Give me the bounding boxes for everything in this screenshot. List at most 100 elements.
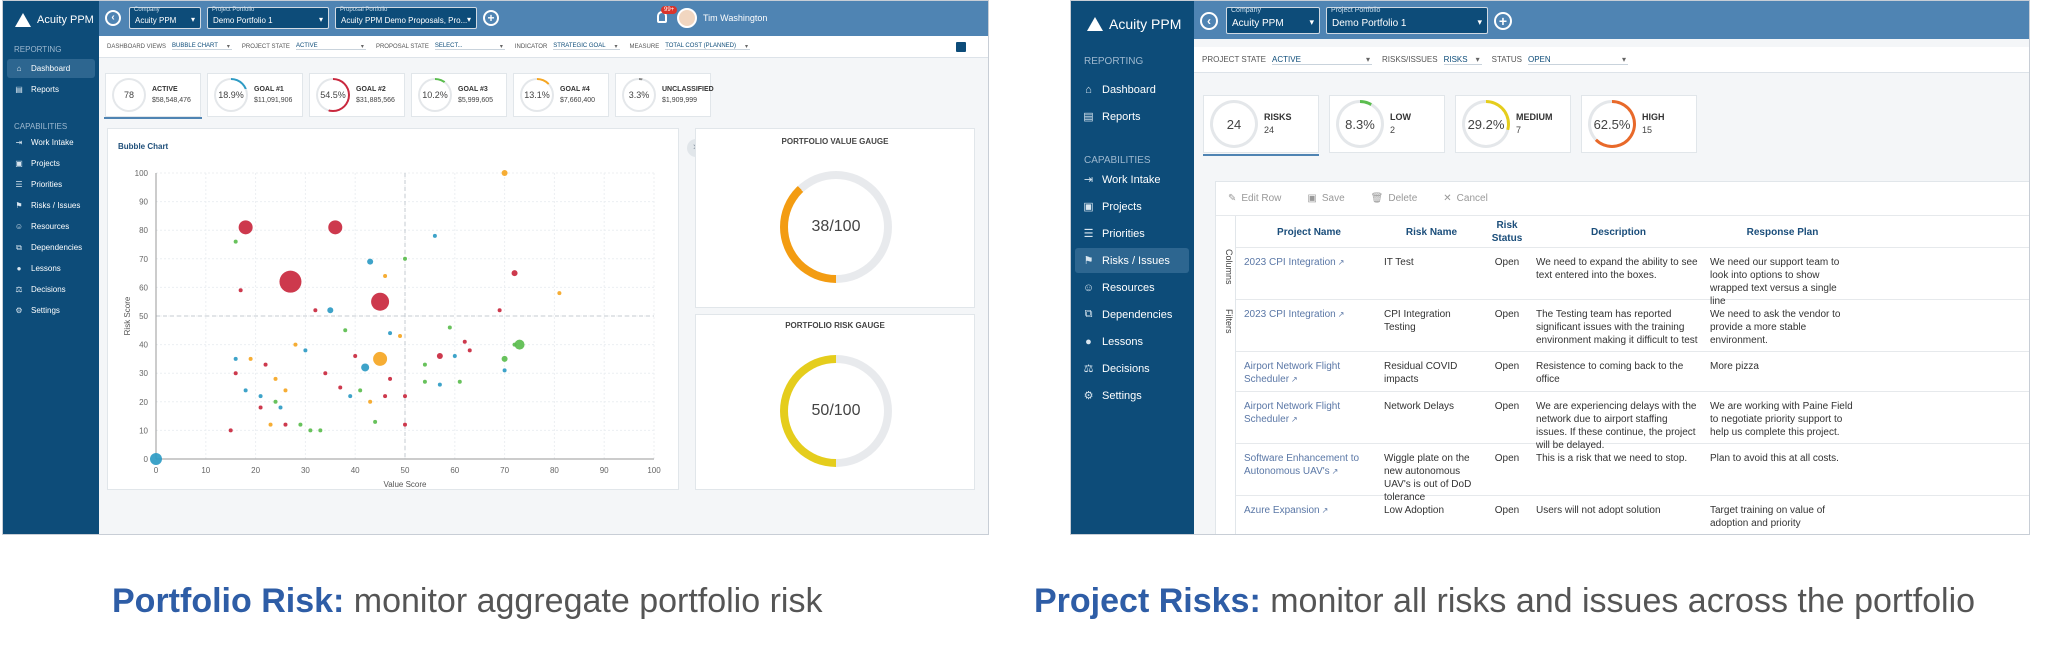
project-portfolio-dropdown[interactable]: Project Portfolio Demo Portfolio 1 ▾: [207, 7, 329, 29]
kpi-card-active[interactable]: 78 ACTIVE $58,548,476: [105, 73, 201, 117]
bubble-point[interactable]: [502, 368, 507, 373]
column-header-risk-name[interactable]: Risk Name: [1384, 226, 1479, 239]
company-dropdown[interactable]: Company Acuity PPM ▾: [1226, 7, 1320, 34]
bubble-point[interactable]: [501, 170, 508, 176]
bubble-point[interactable]: [233, 356, 238, 361]
external-link-icon[interactable]: ↗: [1338, 258, 1345, 267]
bubble-point[interactable]: [323, 371, 328, 376]
sidebar-item-lessons[interactable]: ● Lessons: [1075, 329, 1189, 354]
filter-proposal-state[interactable]: Proposal State SELECT...: [376, 43, 505, 50]
sidebar-item-dashboard[interactable]: ⌂ Dashboard: [7, 59, 95, 78]
bubble-point[interactable]: [233, 239, 238, 244]
sidebar-item-risks-issues[interactable]: ⚑ Risks / Issues: [7, 196, 95, 215]
external-link-icon[interactable]: ↗: [1332, 467, 1339, 476]
bubble-point[interactable]: [514, 339, 525, 350]
bubble-point[interactable]: [388, 331, 393, 336]
bubble-point[interactable]: [371, 292, 390, 311]
save-button[interactable]: ▣ Save: [1307, 193, 1344, 204]
cell-project[interactable]: Azure Expansion ↗: [1244, 504, 1374, 517]
bubble-point[interactable]: [403, 256, 407, 261]
bubble-point[interactable]: [268, 422, 273, 427]
column-header-response-plan[interactable]: Response Plan: [1710, 226, 1855, 239]
external-link-icon[interactable]: ↗: [1291, 375, 1298, 384]
sidebar-item-decisions[interactable]: ⚖ Decisions: [7, 280, 95, 299]
columns-side-tab[interactable]: Columns: [1218, 242, 1234, 292]
back-button[interactable]: ‹: [1200, 12, 1218, 30]
kpi-card-goal-2[interactable]: 54.5% GOAL #2 $31,885,566: [309, 73, 405, 117]
filter-risks-issues[interactable]: Risks/Issues RISKS: [1382, 55, 1482, 65]
brand-logo[interactable]: Acuity PPM: [1087, 16, 1181, 32]
sidebar-item-decisions[interactable]: ⚖ Decisions: [1075, 356, 1189, 381]
filter-status[interactable]: Status OPEN: [1492, 55, 1628, 65]
bubble-point[interactable]: [373, 419, 378, 424]
cell-project[interactable]: Airport Network Flight Scheduler ↗: [1244, 360, 1374, 386]
table-row[interactable]: Software Enhancement to Autonomous UAV's…: [1236, 444, 2029, 503]
bubble-point[interactable]: [383, 394, 388, 399]
bubble-point[interactable]: [248, 356, 253, 361]
sidebar-item-priorities[interactable]: ☰ Priorities: [1075, 221, 1189, 246]
sidebar-item-dependencies[interactable]: ⧉ Dependencies: [1075, 302, 1189, 327]
bubble-point[interactable]: [557, 291, 562, 296]
bubble-point[interactable]: [150, 453, 162, 465]
sidebar-item-lessons[interactable]: ● Lessons: [7, 259, 95, 278]
bubble-point[interactable]: [328, 220, 343, 235]
sidebar-item-dashboard[interactable]: ⌂ Dashboard: [1075, 77, 1189, 102]
bubble-point[interactable]: [403, 422, 407, 427]
kpi-card-high[interactable]: 62.5% HIGH 15: [1581, 95, 1697, 153]
kpi-card-goal-3[interactable]: 10.2% GOAL #3 $5,999,605: [411, 73, 507, 117]
bubble-point[interactable]: [367, 258, 374, 265]
sidebar-item-priorities[interactable]: ☰ Priorities: [7, 175, 95, 194]
filter-measure[interactable]: Measure TOTAL COST (PLANNED): [630, 43, 750, 50]
sidebar-item-resources[interactable]: ☺ Resources: [1075, 275, 1189, 300]
bubble-point[interactable]: [447, 325, 452, 330]
sidebar-item-resources[interactable]: ☺ Resources: [7, 217, 95, 236]
kpi-card-goal-4[interactable]: 13.1% GOAL #4 $7,660,400: [513, 73, 609, 117]
filter-dashboard-views[interactable]: Dashboard Views BUBBLE CHART: [107, 43, 232, 50]
cell-project[interactable]: Software Enhancement to Autonomous UAV's…: [1244, 452, 1374, 478]
bubble-point[interactable]: [432, 233, 437, 238]
bubble-point[interactable]: [388, 376, 393, 381]
sidebar-item-settings[interactable]: ⚙ Settings: [1075, 383, 1189, 408]
bubble-point[interactable]: [238, 288, 243, 293]
bubble-point[interactable]: [313, 308, 318, 313]
bubble-point[interactable]: [358, 388, 363, 393]
sidebar-item-settings[interactable]: ⚙ Settings: [7, 301, 95, 320]
company-dropdown[interactable]: Company Acuity PPM ▾: [129, 7, 201, 29]
filter-project-state[interactable]: Project State ACTIVE: [242, 43, 366, 50]
kpi-card-unclassified[interactable]: 3.3% UNCLASSIFIED $1,909,999: [615, 73, 714, 117]
filter-indicator[interactable]: Indicator STRATEGIC GOAL: [515, 43, 620, 50]
bubble-point[interactable]: [383, 273, 388, 278]
external-link-icon[interactable]: ↗: [1291, 415, 1298, 424]
brand-logo[interactable]: Acuity PPM: [15, 13, 94, 27]
table-row[interactable]: 2023 CPI Integration ↗ IT Test Open We need …: [1236, 248, 2029, 307]
add-button[interactable]: +: [483, 10, 499, 26]
bubble-point[interactable]: [233, 371, 238, 376]
bubble-point[interactable]: [353, 354, 358, 359]
bubble-point[interactable]: [283, 422, 288, 427]
kpi-card-medium[interactable]: 29.2% MEDIUM 7: [1455, 95, 1571, 153]
table-row[interactable]: 2023 CPI Integration ↗ CPI Integration Tes…: [1236, 300, 2029, 352]
bubble-point[interactable]: [338, 385, 343, 390]
bubble-point[interactable]: [293, 342, 298, 347]
table-row[interactable]: Airport Network Flight Scheduler ↗ Network…: [1236, 392, 2029, 451]
kpi-card-goal-1[interactable]: 18.9% GOAL #1 $11,091,906: [207, 73, 303, 117]
project-portfolio-dropdown[interactable]: Project Portfolio Demo Portfolio 1 ▾: [1326, 7, 1488, 34]
add-button[interactable]: +: [1494, 12, 1512, 30]
bubble-point[interactable]: [373, 351, 388, 366]
bubble-point[interactable]: [361, 363, 370, 372]
bubble-point[interactable]: [238, 220, 253, 235]
bubble-point[interactable]: [398, 334, 403, 339]
filters-side-tab[interactable]: Filters: [1218, 300, 1234, 342]
bubble-point[interactable]: [452, 354, 457, 359]
bubble-point[interactable]: [298, 422, 303, 427]
cell-project[interactable]: 2023 CPI Integration ↗: [1244, 308, 1374, 321]
table-row[interactable]: Airport Network Flight Scheduler ↗ Residua…: [1236, 352, 2029, 392]
external-link-icon[interactable]: ↗: [1322, 506, 1329, 515]
bubble-point[interactable]: [308, 428, 313, 433]
sidebar-item-projects[interactable]: ▣ Projects: [1075, 194, 1189, 219]
delete-button[interactable]: 🗑 Delete: [1371, 193, 1418, 204]
bubble-point[interactable]: [327, 307, 334, 314]
bubble-point[interactable]: [318, 428, 323, 433]
bubble-point[interactable]: [303, 348, 308, 353]
bubble-point[interactable]: [368, 399, 373, 404]
